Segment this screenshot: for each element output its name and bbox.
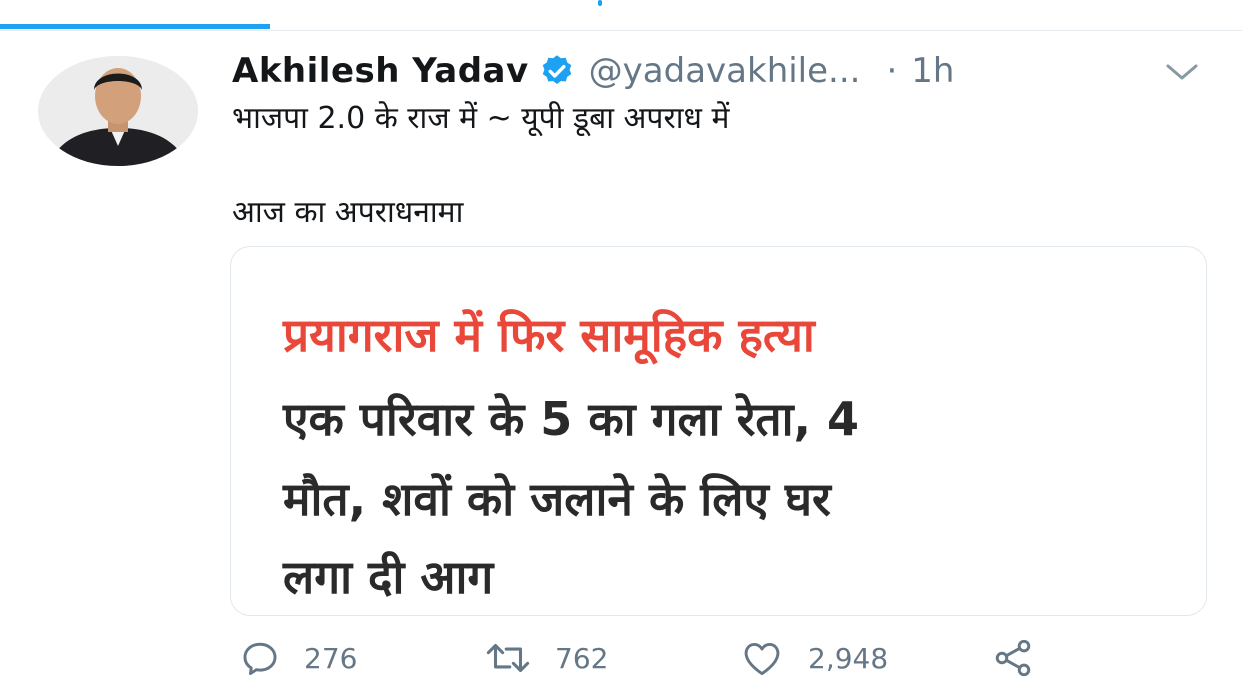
active-tab-indicator [0, 24, 270, 29]
reply-button[interactable]: 276 [238, 636, 357, 680]
retweet-button[interactable]: 762 [483, 636, 608, 680]
like-count: 2,948 [808, 641, 889, 675]
retweet-icon [486, 643, 530, 673]
tweet-actions: 276 762 2,948 [238, 636, 1038, 680]
heart-icon [744, 642, 780, 676]
reply-icon [243, 642, 277, 676]
author-handle[interactable]: @yadavakhile... [589, 51, 861, 91]
media-body-line-1: एक परिवार के 5 का गला रेता, 4 [283, 392, 860, 446]
chevron-down-icon[interactable] [1162, 58, 1202, 88]
media-body-line-2: मौत, शवों को जलाने के लिए घर [283, 472, 831, 526]
reply-count: 276 [304, 641, 358, 675]
avatar-photo [38, 56, 198, 166]
media-headline: प्रयागराज में फिर सामूहिक हत्या [283, 308, 815, 362]
retweet-count: 762 [555, 641, 609, 675]
tweet-text-line-1: भाजपा 2.0 के राज में ~ यूपी डूबा अपराध म… [232, 101, 730, 136]
tweet-timestamp[interactable]: 1h [911, 51, 954, 91]
tab-marker [598, 0, 602, 6]
tweet-header: Akhilesh Yadav @yadavakhile... · 1h [232, 48, 954, 94]
avatar[interactable] [38, 56, 198, 166]
tweet-text-line-2: आज का अपराधनामा [232, 195, 464, 230]
share-button[interactable] [990, 636, 1036, 680]
media-body-line-3: लगा दी आग [283, 550, 494, 604]
verified-badge-icon [539, 53, 575, 89]
author-name[interactable]: Akhilesh Yadav [232, 51, 529, 91]
like-button[interactable]: 2,948 [738, 636, 888, 680]
header-separator: · [886, 51, 898, 91]
media-card[interactable]: प्रयागराज में फिर सामूहिक हत्या एक परिवा… [230, 246, 1207, 616]
share-icon [995, 639, 1031, 677]
